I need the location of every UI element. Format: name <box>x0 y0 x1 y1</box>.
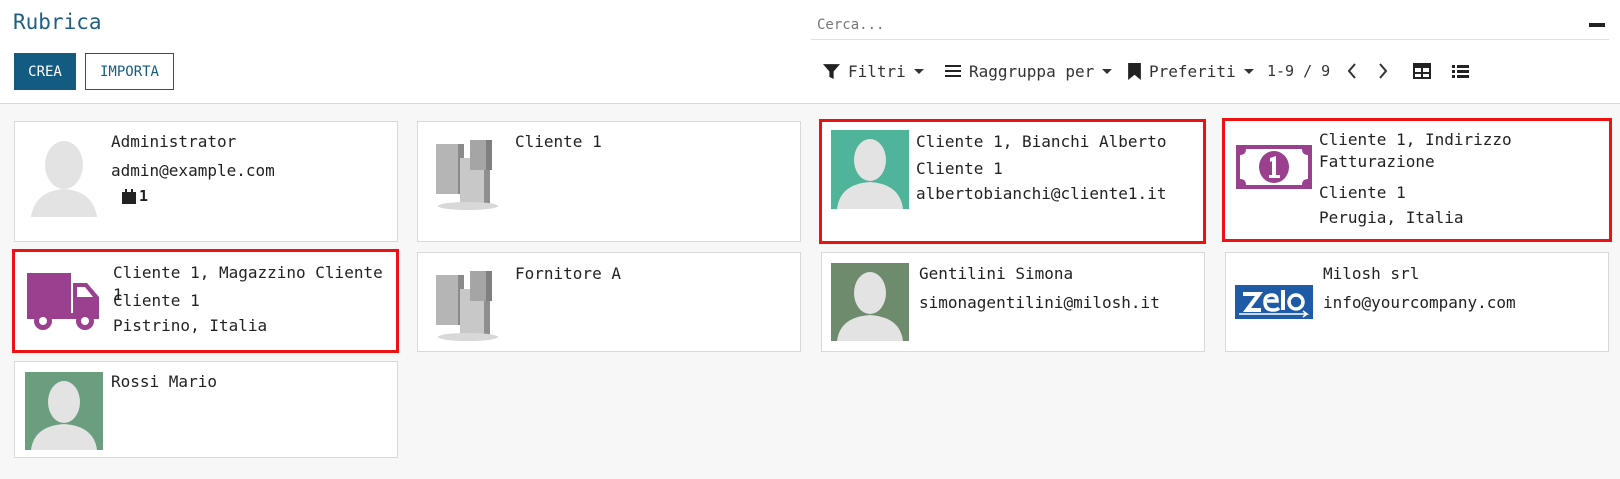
contact-parent: Cliente 1 <box>1319 183 1406 202</box>
contact-parent: Cliente 1 <box>113 291 200 310</box>
pager-value: 1-9 / 9 <box>1267 62 1331 80</box>
contact-location: Pistrino, Italia <box>113 316 268 335</box>
contact-email: simonagentilini@milosh.it <box>919 293 1160 312</box>
control-panel: Rubrica CREA IMPORTA Filtri Raggruppa pe… <box>0 0 1620 104</box>
contact-card[interactable]: Administrator admin@example.com 1 <box>14 121 398 242</box>
pager-previous-button[interactable] <box>1339 58 1365 84</box>
contact-card[interactable]: Cliente 1, Indirizzo Fatturazione Client… <box>1222 118 1612 242</box>
contact-email: admin@example.com <box>111 161 275 180</box>
contact-name: Milosh srl <box>1323 264 1420 283</box>
activity-badge[interactable]: 1 <box>122 187 148 205</box>
favorites-dropdown[interactable]: Preferiti <box>1128 60 1254 82</box>
contact-card[interactable]: Gentilini Simona simonagentilini@milosh.… <box>821 252 1205 352</box>
search-bar <box>811 10 1609 40</box>
grid-view-icon <box>1413 63 1431 79</box>
contact-name: Cliente 1, Bianchi Alberto <box>916 132 1167 151</box>
contact-email: info@yourcompany.com <box>1323 293 1516 312</box>
company-buildings-icon <box>430 132 504 212</box>
contact-name: Administrator <box>111 132 237 151</box>
contact-name: Gentilini Simona <box>919 264 1074 283</box>
chevron-down-icon <box>1102 68 1113 74</box>
person-placeholder-icon <box>29 129 99 229</box>
chevron-down-icon <box>1243 68 1254 74</box>
company-buildings-icon <box>430 263 504 343</box>
pager-next-button[interactable] <box>1370 58 1396 84</box>
person-avatar-green <box>25 372 103 450</box>
contact-parent: Cliente 1 <box>916 159 1003 178</box>
contact-name: Cliente 1, Indirizzo Fatturazione <box>1319 130 1512 171</box>
delivery-truck-icon <box>27 273 101 333</box>
contact-name: Fornitore A <box>515 264 621 283</box>
person-avatar-teal <box>831 130 909 209</box>
list-view-button[interactable] <box>1446 58 1474 84</box>
import-button[interactable]: IMPORTA <box>85 53 174 90</box>
activity-count: 1 <box>139 187 149 205</box>
contact-card[interactable]: Milosh srl info@yourcompany.com <box>1225 252 1609 352</box>
kanban-view-button[interactable] <box>1408 58 1436 84</box>
list-lines-icon <box>945 65 961 77</box>
page-title: Rubrica <box>13 10 102 34</box>
calendar-icon <box>122 188 136 204</box>
contact-name: Rossi Mario <box>111 372 217 391</box>
invoice-money-icon <box>1236 145 1312 189</box>
search-options-toggle[interactable] <box>1589 23 1605 27</box>
contact-location: Perugia, Italia <box>1319 208 1464 227</box>
contact-name: Cliente 1 <box>515 132 602 151</box>
filters-dropdown[interactable]: Filtri <box>823 60 924 82</box>
filter-icon <box>823 63 840 79</box>
contact-card[interactable]: Cliente 1, Magazzino Cliente 1 Cliente 1… <box>12 249 399 353</box>
contact-card[interactable]: Cliente 1 <box>417 121 801 242</box>
search-input[interactable] <box>817 14 1557 36</box>
bookmark-icon <box>1128 62 1141 80</box>
contact-email: albertobianchi@cliente1.it <box>916 184 1167 203</box>
group-by-dropdown[interactable]: Raggruppa per <box>945 60 1113 82</box>
chevron-right-icon <box>1379 63 1388 79</box>
contact-card[interactable]: Rossi Mario <box>14 361 398 458</box>
chevron-down-icon <box>913 68 924 74</box>
zelo-logo <box>1235 285 1313 319</box>
person-avatar-gray <box>831 263 909 341</box>
favorites-label: Preferiti <box>1149 61 1236 81</box>
contact-card[interactable]: Cliente 1, Bianchi Alberto Cliente 1 alb… <box>819 119 1206 244</box>
contact-card[interactable]: Fornitore A <box>417 252 801 352</box>
chevron-left-icon <box>1347 63 1356 79</box>
filters-label: Filtri <box>848 61 906 81</box>
create-button[interactable]: CREA <box>14 53 76 90</box>
group-by-label: Raggruppa per <box>969 61 1095 81</box>
list-view-icon <box>1451 64 1469 78</box>
